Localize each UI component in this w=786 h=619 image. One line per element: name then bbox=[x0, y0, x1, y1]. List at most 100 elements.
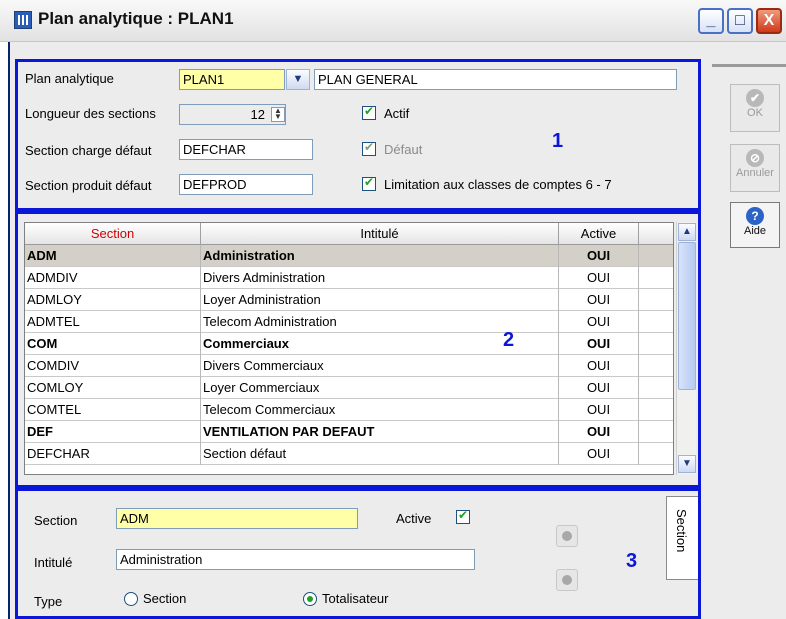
detail-active-checkbox[interactable] bbox=[456, 508, 470, 524]
detail-validate-icon[interactable] bbox=[556, 525, 578, 547]
table-row[interactable]: ADMDIV Divers Administration OUI bbox=[25, 267, 673, 289]
defaut-label: Défaut bbox=[384, 142, 423, 157]
help-button[interactable]: ? Aide bbox=[730, 202, 780, 248]
type-radio-section[interactable] bbox=[124, 592, 138, 606]
table-row[interactable]: DEFCHAR Section défaut OUI bbox=[25, 443, 673, 465]
minimize-button[interactable]: _ bbox=[698, 8, 724, 34]
cell-section: COMDIV bbox=[25, 355, 201, 377]
cell-intitule: Section défaut bbox=[201, 443, 559, 465]
cell-intitule: Telecom Commerciaux bbox=[201, 399, 559, 421]
detail-cancel-icon[interactable] bbox=[556, 569, 578, 591]
grid-scrollbar[interactable]: ▲ ▼ bbox=[676, 222, 696, 475]
detail-type-label: Type bbox=[34, 594, 63, 609]
defaut-checkbox[interactable] bbox=[362, 140, 376, 156]
maximize-icon: □ bbox=[735, 12, 745, 29]
cell-active: OUI bbox=[559, 377, 639, 399]
actif-checkbox[interactable] bbox=[362, 104, 376, 120]
cell-intitule: Loyer Administration bbox=[201, 289, 559, 311]
cell-section: COMLOY bbox=[25, 377, 201, 399]
column-header-active[interactable]: Active bbox=[559, 223, 639, 245]
column-header-intitule[interactable]: Intitulé bbox=[201, 223, 559, 245]
scroll-thumb[interactable] bbox=[678, 242, 696, 390]
plan-dropdown-chevron-icon[interactable]: ▼ bbox=[286, 69, 310, 90]
charge-field[interactable]: DEFCHAR bbox=[179, 139, 313, 160]
table-row[interactable]: ADM Administration OUI bbox=[25, 245, 673, 267]
cancel-label: Annuler bbox=[736, 167, 774, 179]
cell-active: OUI bbox=[559, 355, 639, 377]
table-row[interactable]: COM Commerciaux OUI bbox=[25, 333, 673, 355]
table-row[interactable]: COMLOY Loyer Commerciaux OUI bbox=[25, 377, 673, 399]
detail-section-field[interactable]: ADM bbox=[116, 508, 358, 529]
limitation-label: Limitation aux classes de comptes 6 - 7 bbox=[384, 177, 612, 192]
app-icon bbox=[14, 11, 32, 29]
column-header-section[interactable]: Section bbox=[25, 223, 201, 245]
close-button[interactable]: X bbox=[756, 8, 782, 34]
table-row[interactable]: COMDIV Divers Commerciaux OUI bbox=[25, 355, 673, 377]
detail-intitule-label: Intitulé bbox=[34, 555, 73, 570]
cell-active: OUI bbox=[559, 421, 639, 443]
cell-intitule: Loyer Commerciaux bbox=[201, 377, 559, 399]
plan-label: Plan analytique bbox=[25, 71, 114, 86]
ok-label: OK bbox=[747, 107, 763, 119]
cell-active: OUI bbox=[559, 289, 639, 311]
produit-field[interactable]: DEFPROD bbox=[179, 174, 313, 195]
tab-section[interactable]: Section bbox=[666, 496, 698, 580]
cell-active: OUI bbox=[559, 443, 639, 465]
sections-grid: Section Intitulé Active ADM Administratio… bbox=[24, 222, 674, 475]
maximize-button[interactable]: □ bbox=[727, 8, 753, 34]
produit-label: Section produit défaut bbox=[25, 178, 152, 193]
cell-active: OUI bbox=[559, 311, 639, 333]
grid-header: Section Intitulé Active bbox=[25, 223, 673, 245]
cell-intitule: VENTILATION PAR DEFAUT bbox=[201, 421, 559, 443]
table-row[interactable]: COMTEL Telecom Commerciaux OUI bbox=[25, 399, 673, 421]
cell-section: ADM bbox=[25, 245, 201, 267]
marker-3: 3 bbox=[626, 550, 638, 572]
question-icon: ? bbox=[746, 207, 764, 225]
cell-section: DEFCHAR bbox=[25, 443, 201, 465]
marker-2: 2 bbox=[503, 329, 515, 351]
type-radio-totalisateur[interactable] bbox=[303, 592, 317, 606]
check-icon: ✔ bbox=[746, 89, 764, 107]
cancel-button[interactable]: ⊘ Annuler bbox=[730, 144, 780, 192]
cell-section: ADMDIV bbox=[25, 267, 201, 289]
cell-active: OUI bbox=[559, 333, 639, 355]
help-label: Aide bbox=[743, 225, 767, 237]
cancel-icon: ⊘ bbox=[746, 149, 764, 167]
cell-section: ADMLOY bbox=[25, 289, 201, 311]
actif-label: Actif bbox=[384, 106, 410, 121]
table-row[interactable]: DEF VENTILATION PAR DEFAUT OUI bbox=[25, 421, 673, 443]
minimize-icon: _ bbox=[706, 12, 716, 29]
splitter-handle[interactable] bbox=[712, 64, 786, 67]
cell-section: ADMTEL bbox=[25, 311, 201, 333]
table-row[interactable]: ADMTEL Telecom Administration OUI bbox=[25, 311, 673, 333]
cell-intitule: Administration bbox=[201, 245, 559, 267]
longueur-field[interactable]: 12 bbox=[179, 104, 286, 125]
cell-active: OUI bbox=[559, 245, 639, 267]
cell-active: OUI bbox=[559, 267, 639, 289]
type-option-section-label: Section bbox=[143, 591, 187, 606]
detail-active-label: Active bbox=[396, 511, 432, 526]
close-icon: X bbox=[763, 12, 775, 29]
plan-name-field[interactable]: PLAN GENERAL bbox=[314, 69, 677, 90]
longueur-spinner[interactable]: ▲ ▼ bbox=[271, 107, 285, 122]
plan-code-field[interactable]: PLAN1 bbox=[179, 69, 285, 90]
tab-section-label: Section bbox=[674, 509, 689, 553]
charge-label: Section charge défaut bbox=[25, 143, 152, 158]
cell-intitule: Divers Commerciaux bbox=[201, 355, 559, 377]
cell-section: COM bbox=[25, 333, 201, 355]
cell-section: DEF bbox=[25, 421, 201, 443]
cell-section: COMTEL bbox=[25, 399, 201, 421]
table-row[interactable]: ADMLOY Loyer Administration OUI bbox=[25, 289, 673, 311]
scroll-up-chevron-icon[interactable]: ▲ bbox=[678, 223, 696, 241]
title-bar: Plan analytique : PLAN1 _ □ X bbox=[0, 0, 786, 42]
scroll-down-chevron-icon[interactable]: ▼ bbox=[678, 455, 696, 473]
cell-active: OUI bbox=[559, 399, 639, 421]
type-option-totalisateur-label: Totalisateur bbox=[322, 591, 389, 606]
window-title: Plan analytique : PLAN1 bbox=[38, 9, 234, 28]
longueur-label: Longueur des sections bbox=[25, 106, 156, 121]
detail-section-label: Section bbox=[34, 513, 78, 528]
limitation-checkbox[interactable] bbox=[362, 175, 376, 191]
ok-button[interactable]: ✔ OK bbox=[730, 84, 780, 132]
detail-intitule-field[interactable]: Administration bbox=[116, 549, 475, 570]
cell-intitule: Divers Administration bbox=[201, 267, 559, 289]
